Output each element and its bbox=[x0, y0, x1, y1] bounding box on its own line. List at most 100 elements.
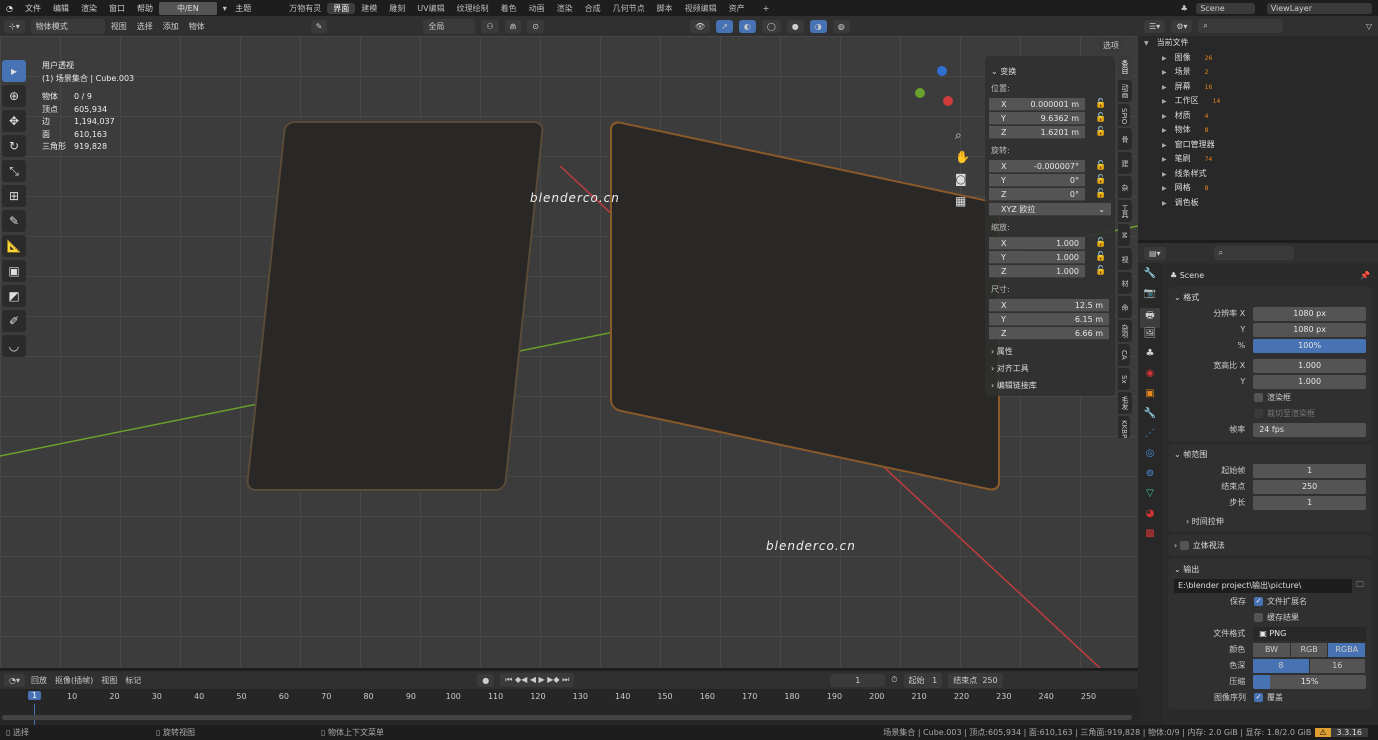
sidebar-tab[interactable]: 命 bbox=[1118, 296, 1132, 318]
output-tab-icon[interactable]: 🖶 bbox=[1140, 308, 1160, 328]
frame-start-field[interactable]: 1 bbox=[1253, 463, 1366, 478]
tab-workspace[interactable]: 建模 bbox=[355, 3, 383, 14]
stereoscopy-panel[interactable]: › 立体视法 bbox=[1168, 535, 1372, 556]
material-tab-icon[interactable]: ◕ bbox=[1140, 508, 1160, 528]
sidebar-tab[interactable]: 条目 bbox=[1118, 56, 1132, 78]
scale-field[interactable]: X 1.000 bbox=[989, 236, 1085, 250]
tool-icon[interactable]: ◩ bbox=[2, 285, 26, 307]
move-icon[interactable]: ✥ bbox=[2, 110, 26, 132]
timeline-menu[interactable]: 标记 bbox=[125, 675, 141, 686]
collapsed-section[interactable]: › 编辑链接库 bbox=[991, 380, 1109, 391]
lock-icon[interactable]: 🔓 bbox=[1095, 113, 1106, 123]
lock-icon[interactable]: 🔓 bbox=[1095, 161, 1106, 171]
transform-icon[interactable]: ⊞ bbox=[2, 185, 26, 207]
options-dropdown[interactable]: 选项 bbox=[1098, 38, 1124, 53]
sidebar-tab[interactable]: 材 bbox=[1118, 272, 1132, 294]
scene-selector[interactable]: ♣ Scene bbox=[1169, 2, 1261, 14]
outliner-item[interactable]: ▶ 笔刷 74 bbox=[1138, 152, 1378, 167]
sidebar-tab[interactable]: 工具 bbox=[1118, 200, 1132, 222]
lock-icon[interactable]: 🔓 bbox=[1095, 238, 1106, 248]
location-field[interactable]: Z 1.6201 m bbox=[989, 125, 1085, 139]
aspect-x-field[interactable]: 1.000 bbox=[1253, 358, 1366, 373]
editor-type-icon[interactable]: ◔▾ bbox=[4, 673, 25, 687]
outliner-item[interactable]: ▶ 调色板 bbox=[1138, 196, 1378, 211]
sidebar-tab[interactable]: M bbox=[1118, 224, 1130, 246]
overwrite-checkbox[interactable]: ✓ 覆盖 bbox=[1254, 692, 1283, 703]
expand-arrow-icon[interactable]: ▶ bbox=[1162, 127, 1167, 134]
expand-arrow-icon[interactable]: ▶ bbox=[1162, 156, 1167, 163]
editor-type-button[interactable]: ⊹▾ bbox=[4, 19, 25, 33]
collapsed-section[interactable]: › 属性 bbox=[991, 346, 1109, 357]
menu-1[interactable]: 编辑 bbox=[47, 3, 75, 14]
outliner-item[interactable]: ▶ 物体 8 bbox=[1138, 123, 1378, 138]
crop-checkbox[interactable]: 裁切至渲染框 bbox=[1174, 406, 1366, 421]
dimensions-field[interactable]: X 12.5 m bbox=[989, 298, 1109, 312]
rotation-field[interactable]: Z 0° bbox=[989, 187, 1085, 201]
pan-hand-icon[interactable]: ✋ bbox=[955, 146, 970, 168]
expand-arrow-icon[interactable]: ▶ bbox=[1162, 69, 1167, 76]
editor-type-icon[interactable]: ▤▾ bbox=[1144, 246, 1166, 260]
tab-workspace[interactable]: 视频编辑 bbox=[679, 3, 723, 14]
pin-icon[interactable]: 📌 bbox=[1360, 271, 1370, 280]
lock-icon[interactable]: 🔓 bbox=[1095, 175, 1106, 185]
sidebar-tab[interactable]: 杂项 bbox=[1118, 320, 1132, 342]
particles-tab-icon[interactable]: ⋰ bbox=[1140, 428, 1160, 448]
sidebar-tab[interactable]: SPIO bbox=[1118, 104, 1130, 126]
add-cube-icon[interactable]: ▣ bbox=[2, 260, 26, 282]
view-layer-selector[interactable]: ViewLayer bbox=[1261, 2, 1378, 14]
tab-workspace[interactable]: 几何节点 bbox=[607, 3, 651, 14]
outliner-item[interactable]: ▶ 窗口管理器 bbox=[1138, 138, 1378, 153]
tab-workspace[interactable]: 纹理绘制 bbox=[451, 3, 495, 14]
tab-workspace[interactable]: 界面 bbox=[327, 2, 356, 14]
modifier-tab-icon[interactable]: 🔧 bbox=[1140, 408, 1160, 428]
render-region-checkbox[interactable]: 渲染框 bbox=[1174, 390, 1366, 405]
sidebar-tab[interactable]: Sx bbox=[1118, 368, 1130, 390]
measure-icon[interactable]: 📐 bbox=[2, 235, 26, 257]
tab-workspace[interactable]: 合成 bbox=[579, 3, 607, 14]
tab-workspace[interactable]: 渲染 bbox=[551, 3, 579, 14]
snap-icon[interactable]: ⋒ bbox=[504, 19, 522, 33]
expand-arrow-icon[interactable]: ▶ bbox=[1162, 142, 1167, 149]
visibility-icon[interactable]: 👁 bbox=[690, 19, 711, 33]
zoom-icon[interactable]: ⌕ bbox=[955, 124, 970, 146]
filter-scene-icon[interactable]: ⚙▾ bbox=[1171, 19, 1193, 33]
lock-icon[interactable]: 🔓 bbox=[1095, 99, 1106, 109]
color-mode-option[interactable]: BW bbox=[1253, 642, 1290, 657]
gizmo-toggle-icon[interactable]: ↗ bbox=[716, 19, 733, 33]
output-path-input[interactable]: E:\blender project\输出\picture\ bbox=[1174, 578, 1352, 593]
outliner-item[interactable]: ▶ 网格 8 bbox=[1138, 181, 1378, 196]
lock-icon[interactable]: 🔓 bbox=[1095, 266, 1106, 276]
add-workspace-button[interactable]: + bbox=[757, 4, 776, 13]
viewport-menu[interactable]: 物体 bbox=[189, 21, 205, 32]
transform-orientation-dropdown[interactable]: 全局 bbox=[423, 18, 476, 34]
render-tab-icon[interactable]: 📷 bbox=[1140, 288, 1160, 308]
collapsed-section[interactable]: › 对齐工具 bbox=[991, 363, 1109, 374]
timeline-ruler[interactable]: 1 10 20 30 40 50 60 70 80 90 100 110 120 130 140 150 16… bbox=[0, 689, 1138, 725]
shading-material-icon[interactable]: ◑ bbox=[809, 19, 827, 33]
color-mode-option[interactable]: RGBA bbox=[1328, 642, 1365, 657]
time-stretch-subpanel[interactable]: › 时间拉伸 bbox=[1174, 514, 1366, 529]
aspect-y-field[interactable]: 1.000 bbox=[1253, 374, 1366, 389]
rotate-icon[interactable]: ↻ bbox=[2, 135, 26, 157]
rotation-field[interactable]: X -0.000007° bbox=[989, 159, 1085, 173]
outliner-item[interactable]: ▶ 材质 4 bbox=[1138, 109, 1378, 124]
transform-section-header[interactable]: ⌄ 变换 bbox=[991, 66, 1109, 77]
brush-icon[interactable]: ✐ bbox=[2, 310, 26, 332]
sidebar-tab[interactable]: KKBP bbox=[1118, 416, 1130, 438]
resolution-y-field[interactable]: 1080 px bbox=[1253, 322, 1366, 337]
frame-rate-dropdown[interactable]: 24 fps bbox=[1253, 422, 1366, 437]
output-header[interactable]: ⌄ 输出 bbox=[1174, 562, 1366, 577]
auto-keying-icon[interactable]: ● bbox=[477, 673, 495, 687]
camera-icon[interactable]: ◙ bbox=[955, 168, 970, 190]
sidebar-tab[interactable]: 视 bbox=[1118, 248, 1132, 270]
mode-dropdown[interactable]: 物体模式 bbox=[30, 18, 105, 34]
display-mode-icon[interactable]: ☰▾ bbox=[1144, 19, 1166, 33]
language-toggle[interactable]: 中/EN bbox=[158, 1, 217, 15]
tab-workspace[interactable]: 脚本 bbox=[651, 3, 679, 14]
sidebar-tab[interactable]: CA bbox=[1118, 344, 1130, 366]
rotation-mode-dropdown[interactable]: XYZ 欧拉 ⌄ bbox=[989, 203, 1111, 216]
tab-workspace[interactable]: 着色 bbox=[495, 3, 523, 14]
sidebar-tab[interactable]: 动画 bbox=[1118, 80, 1132, 102]
viewport-menu[interactable]: 选择 bbox=[137, 21, 153, 32]
select-box-icon[interactable]: ▸ bbox=[2, 60, 26, 82]
